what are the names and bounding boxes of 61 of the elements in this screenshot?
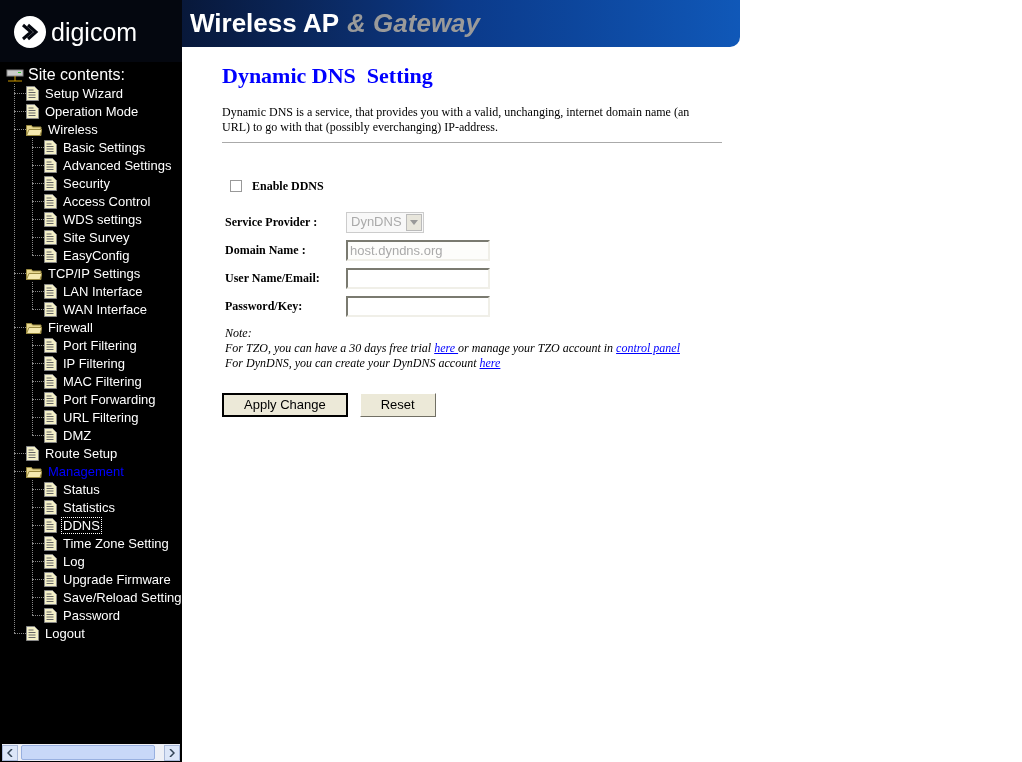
sidebar-item[interactable]: DMZ (62, 427, 93, 443)
sidebar-item[interactable]: IP Filtering (62, 355, 126, 371)
folder-icon (26, 266, 42, 280)
sidebar-item[interactable]: EasyConfig (62, 247, 131, 263)
field-label: Service Provider : (225, 214, 319, 231)
sidebar-item[interactable]: Advanced Settings (62, 157, 173, 173)
scrollbar-thumb[interactable] (21, 745, 155, 760)
sidebar-item[interactable]: Password (62, 607, 122, 623)
sidebar-item[interactable]: Site Survey (62, 229, 131, 245)
sidebar-item[interactable]: Basic Settings (62, 139, 147, 155)
sidebar-item[interactable]: Port Forwarding (62, 391, 157, 407)
horizontal-scrollbar[interactable] (2, 744, 180, 761)
sidebar-item[interactable]: Log (62, 553, 86, 569)
field-label: User Name/Email: (225, 270, 321, 287)
sidebar-item[interactable]: Upgrade Firmware (62, 571, 172, 587)
brand-name: digicom (51, 17, 138, 48)
sidebar-item[interactable]: Access Control (62, 193, 152, 209)
input-field[interactable] (346, 295, 490, 317)
checkbox[interactable] (230, 180, 242, 192)
sidebar-item[interactable]: Port Filtering (62, 337, 138, 353)
sidebar-item[interactable]: Logout (44, 625, 86, 641)
folder-icon (26, 122, 42, 136)
link[interactable]: here (479, 356, 501, 370)
tree-heading: Site contents: (28, 66, 125, 84)
checkbox-label: Enable DDNS (252, 178, 324, 195)
field-label: Password/Key: (225, 298, 304, 315)
folder-icon (26, 464, 42, 478)
logo-icon (14, 16, 46, 48)
sidebar-item[interactable]: Status (62, 481, 101, 497)
computer-icon (6, 68, 24, 82)
folder-icon (26, 320, 42, 334)
input-field[interactable] (346, 267, 490, 289)
note-text: or manage your TZO account in (458, 341, 615, 355)
product-subtitle: & Gateway (347, 7, 481, 40)
link[interactable]: here (434, 341, 459, 355)
sidebar-item[interactable]: Wireless (47, 121, 99, 137)
sidebar-item[interactable]: Operation Mode (44, 103, 140, 119)
sidebar-item[interactable]: MAC Filtering (62, 373, 143, 389)
sidebar-item[interactable]: URL Filtering (62, 409, 140, 425)
sidebar-item[interactable]: Firewall (47, 319, 94, 335)
product-title: Wireless AP (190, 7, 340, 40)
sidebar-item[interactable]: Route Setup (44, 445, 119, 461)
sidebar-item[interactable]: LAN Interface (62, 283, 144, 299)
sidebar-item[interactable]: TCP/IP Settings (47, 265, 142, 281)
link[interactable]: control panel (616, 341, 680, 355)
note-text: For TZO, you can have a 30 days free trial (225, 341, 433, 355)
form-button[interactable]: Apply Change (222, 393, 348, 417)
note-text: For DynDNS, you can create your DynDNS account (225, 356, 478, 370)
note-heading: Note: (225, 326, 253, 341)
sidebar-item[interactable]: Security (62, 175, 111, 191)
page-description: Dynamic DNS is a service, that provides you with a valid, unchanging, internet domain name (an URL) to go with that (possibly everchanging) IP-address. (222, 105, 691, 135)
page-title: Dynamic DNS Setting (222, 62, 434, 90)
sidebar-item[interactable]: DDNS (62, 517, 101, 533)
sidebar-item[interactable]: WAN Interface (62, 301, 149, 317)
sidebar-item[interactable]: Time Zone Setting (62, 535, 170, 551)
sidebar-item[interactable]: Setup Wizard (44, 85, 125, 101)
sidebar-item[interactable]: Save/Reload Setting (62, 589, 183, 605)
form-button[interactable]: Reset (359, 393, 436, 417)
field-label: Domain Name : (225, 242, 307, 259)
sidebar-item[interactable]: Statistics (62, 499, 116, 515)
sidebar-item[interactable]: WDS settings (62, 211, 143, 227)
